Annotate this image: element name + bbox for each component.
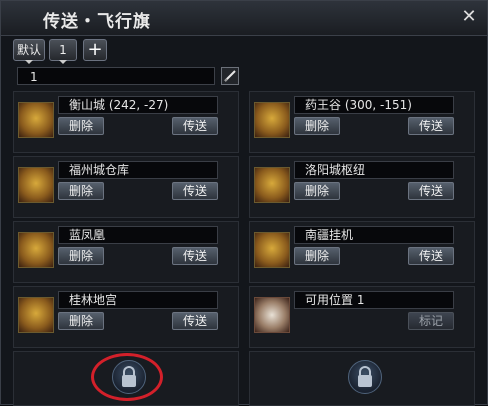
teleport-window: 传送・飞行旗 ✕ 默认 1 + 1 衡山城 (242, -27) 删除 传送 药…: [0, 0, 488, 406]
teleport-button[interactable]: 传送: [172, 312, 218, 330]
empty-location-card: 可用位置 1 标记: [249, 286, 475, 348]
location-card: 蓝凤凰 删除 传送: [13, 221, 239, 283]
delete-button[interactable]: 删除: [58, 117, 104, 135]
teleport-button[interactable]: 传送: [408, 247, 454, 265]
close-icon[interactable]: ✕: [459, 7, 479, 27]
golden-bag-icon: [18, 297, 54, 333]
golden-bag-icon: [254, 102, 290, 138]
location-card: 福州城仓库 删除 传送: [13, 156, 239, 218]
golden-bag-icon: [18, 167, 54, 203]
highlight-circle: [91, 353, 163, 401]
location-card: 药王谷 (300, -151) 删除 传送: [249, 91, 475, 153]
set-name-field[interactable]: 1: [17, 67, 215, 85]
teleport-button[interactable]: 传送: [172, 182, 218, 200]
golden-bag-icon: [254, 232, 290, 268]
golden-bag-icon: [18, 102, 54, 138]
delete-button[interactable]: 删除: [58, 182, 104, 200]
location-card: 洛阳城枢纽 删除 传送: [249, 156, 475, 218]
tab-default-label: 默认: [16, 43, 41, 57]
delete-button[interactable]: 删除: [294, 182, 340, 200]
delete-button[interactable]: 删除: [58, 312, 104, 330]
golden-bag-icon: [18, 232, 54, 268]
lock-body: [358, 375, 372, 387]
location-name: 可用位置 1: [294, 291, 454, 309]
edit-icon[interactable]: [221, 67, 239, 85]
location-name: 衡山城 (242, -27): [58, 96, 218, 114]
location-card: 桂林地宫 删除 传送: [13, 286, 239, 348]
location-name: 南疆挂机: [294, 226, 454, 244]
title-bar[interactable]: 传送・飞行旗 ✕: [1, 1, 487, 36]
chevron-down-icon: [59, 60, 67, 64]
golden-bag-icon: [254, 167, 290, 203]
teleport-button[interactable]: 传送: [408, 117, 454, 135]
delete-button[interactable]: 删除: [294, 117, 340, 135]
window-title: 传送・飞行旗: [43, 12, 151, 32]
add-tab-button[interactable]: +: [83, 39, 107, 61]
chevron-down-icon: [25, 60, 33, 64]
locked-slot[interactable]: [249, 351, 475, 406]
tab-page-1[interactable]: 1: [49, 39, 77, 64]
location-name: 福州城仓库: [58, 161, 218, 179]
location-name: 洛阳城枢纽: [294, 161, 454, 179]
scroll-icon: [254, 297, 290, 333]
delete-button[interactable]: 删除: [58, 247, 104, 265]
mark-button[interactable]: 标记: [408, 312, 454, 330]
location-card: 南疆挂机 删除 传送: [249, 221, 475, 283]
teleport-button[interactable]: 传送: [172, 117, 218, 135]
location-name: 药王谷 (300, -151): [294, 96, 454, 114]
tab-page-label: 1: [59, 43, 67, 57]
teleport-button[interactable]: 传送: [408, 182, 454, 200]
location-name: 桂林地宫: [58, 291, 218, 309]
teleport-button[interactable]: 传送: [172, 247, 218, 265]
tab-default[interactable]: 默认: [13, 39, 45, 64]
lock-icon[interactable]: [348, 360, 382, 394]
delete-button[interactable]: 删除: [294, 247, 340, 265]
location-name: 蓝凤凰: [58, 226, 218, 244]
location-card: 衡山城 (242, -27) 删除 传送: [13, 91, 239, 153]
